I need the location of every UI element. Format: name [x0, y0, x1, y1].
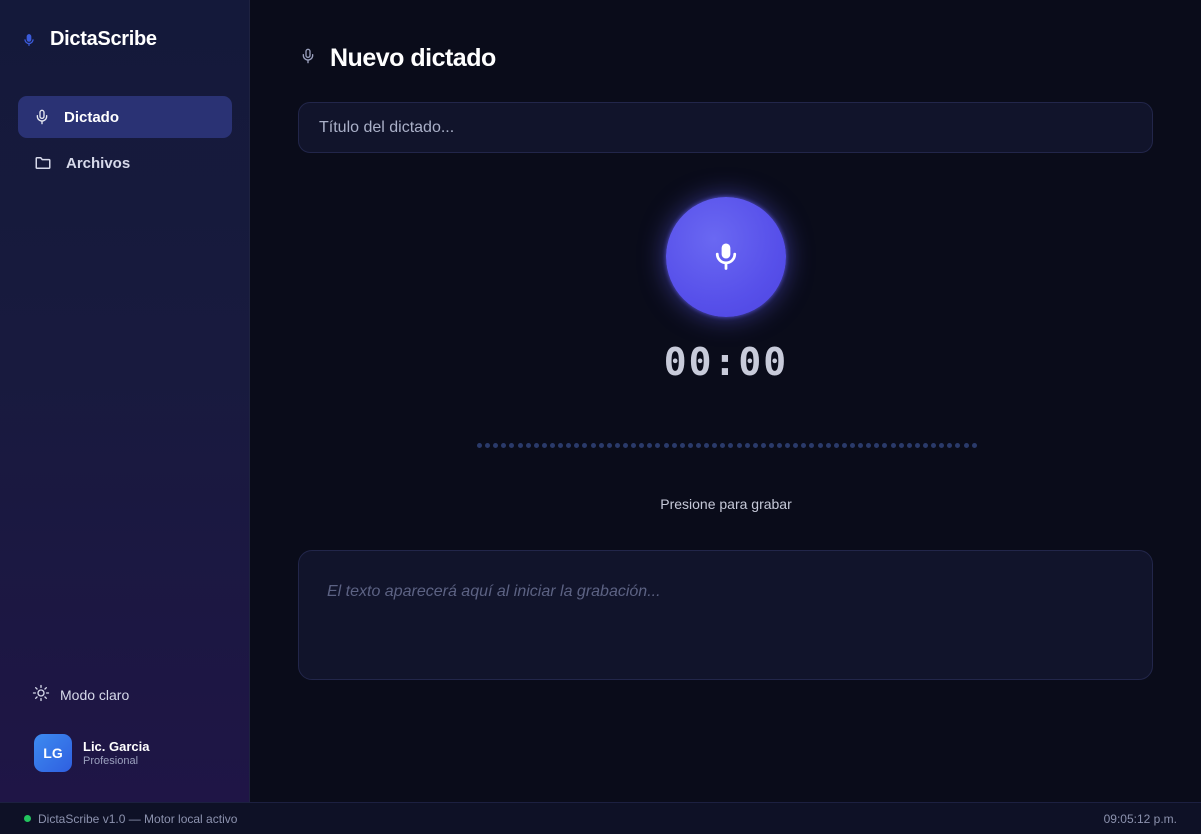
- record-button[interactable]: [666, 197, 786, 317]
- waveform-dot: [485, 442, 491, 448]
- waveform-dot: [923, 442, 929, 448]
- waveform-dot: [509, 442, 515, 448]
- waveform-dot: [744, 442, 750, 448]
- waveform-dot: [906, 442, 912, 448]
- waveform-dot: [566, 442, 572, 448]
- page-title: Nuevo dictado: [330, 44, 496, 72]
- waveform-dot: [493, 442, 499, 448]
- waveform-dot: [914, 442, 920, 448]
- waveform-dot: [777, 442, 783, 448]
- status-indicator: [24, 815, 31, 822]
- waveform-dot: [639, 442, 645, 448]
- status-bar: DictaScribe v1.0 — Motor local activo 09…: [0, 802, 1201, 834]
- waveform-dot: [712, 442, 718, 448]
- waveform-dot: [477, 442, 482, 448]
- main-content: Nuevo dictado 00:00 Presione para grabar…: [250, 0, 1201, 802]
- waveform-dot: [736, 442, 742, 448]
- app-name: DictaScribe: [50, 28, 157, 50]
- waveform-dot: [574, 442, 580, 448]
- waveform-dot: [687, 442, 693, 448]
- waveform-dot: [785, 442, 791, 448]
- waveform-dot: [558, 442, 564, 448]
- waveform-dot: [614, 442, 620, 448]
- sidebar: DictaScribe Dictado Archivos Modo claro …: [0, 0, 250, 802]
- waveform-dot: [704, 442, 710, 448]
- waveform-dot: [850, 442, 856, 448]
- theme-toggle[interactable]: Modo claro: [32, 684, 129, 705]
- waveform-dot: [517, 442, 523, 448]
- waveform-dot: [598, 442, 604, 448]
- waveform-dot: [549, 442, 555, 448]
- waveform-dot: [793, 442, 799, 448]
- status-left: DictaScribe v1.0 — Motor local activo: [24, 812, 237, 826]
- brand: DictaScribe: [22, 28, 157, 51]
- sidebar-nav: Dictado Archivos: [18, 96, 232, 188]
- audio-waveform: [477, 441, 977, 449]
- status-clock: 09:05:12 p.m.: [1103, 811, 1177, 826]
- record-hint: Presione para grabar: [660, 496, 792, 512]
- sidebar-item-archivos[interactable]: Archivos: [18, 142, 232, 184]
- waveform-dot: [809, 442, 815, 448]
- waveform-dot: [890, 442, 896, 448]
- sidebar-item-dictado[interactable]: Dictado: [18, 96, 232, 138]
- recording-timer: 00:00: [663, 340, 789, 384]
- theme-toggle-label: Modo claro: [60, 686, 130, 703]
- page-header: Nuevo dictado: [300, 44, 496, 73]
- waveform-dot: [695, 442, 701, 448]
- mic-logo-icon: [22, 33, 36, 47]
- status-text: DictaScribe v1.0 — Motor local activo: [38, 811, 238, 826]
- sun-icon: [32, 684, 50, 705]
- waveform-dot: [760, 442, 766, 448]
- waveform-dot: [631, 442, 637, 448]
- waveform-dot: [663, 442, 669, 448]
- avatar: LG: [34, 734, 72, 772]
- waveform-dot: [647, 442, 653, 448]
- waveform-dot: [768, 442, 774, 448]
- waveform-dot: [622, 442, 628, 448]
- transcript-area[interactable]: El texto aparecerá aquí al iniciar la gr…: [298, 550, 1153, 680]
- user-name: Lic. Garcia: [83, 738, 150, 754]
- waveform-dot: [679, 442, 685, 448]
- waveform-dot: [931, 442, 937, 448]
- waveform-dot: [582, 442, 588, 448]
- waveform-dot: [947, 442, 953, 448]
- waveform-dot: [752, 442, 758, 448]
- waveform-dot: [801, 442, 807, 448]
- mic-icon: [300, 46, 316, 71]
- sidebar-item-label: Dictado: [64, 108, 120, 126]
- waveform-dot: [874, 442, 880, 448]
- waveform-dot: [501, 442, 507, 448]
- waveform-dot: [825, 442, 831, 448]
- waveform-dot: [866, 442, 872, 448]
- waveform-dot: [655, 442, 661, 448]
- sidebar-item-label: Archivos: [66, 154, 131, 172]
- waveform-dot: [728, 442, 734, 448]
- waveform-dot: [833, 442, 839, 448]
- user-role: Profesional: [83, 754, 139, 767]
- waveform-dot: [541, 442, 547, 448]
- mic-icon: [34, 108, 50, 126]
- waveform-dot: [533, 442, 539, 448]
- waveform-dot: [939, 442, 945, 448]
- title-input[interactable]: [298, 102, 1153, 153]
- folder-icon: [34, 154, 52, 172]
- waveform-dot: [963, 442, 969, 448]
- waveform-dot: [882, 442, 888, 448]
- waveform-dot: [720, 442, 726, 448]
- waveform-dot: [955, 442, 961, 448]
- waveform-dot: [971, 442, 977, 448]
- waveform-dot: [590, 442, 596, 448]
- waveform-dot: [671, 442, 677, 448]
- waveform-dot: [858, 442, 864, 448]
- waveform-dot: [817, 442, 823, 448]
- user-info: Lic. Garcia Profesional: [83, 739, 149, 768]
- waveform-dot: [841, 442, 847, 448]
- mic-icon: [711, 239, 741, 276]
- transcript-placeholder: El texto aparecerá aquí al iniciar la gr…: [327, 583, 661, 600]
- user-profile[interactable]: LG Lic. Garcia Profesional: [34, 734, 149, 772]
- waveform-dot: [525, 442, 531, 448]
- waveform-dot: [898, 442, 904, 448]
- waveform-dot: [606, 442, 612, 448]
